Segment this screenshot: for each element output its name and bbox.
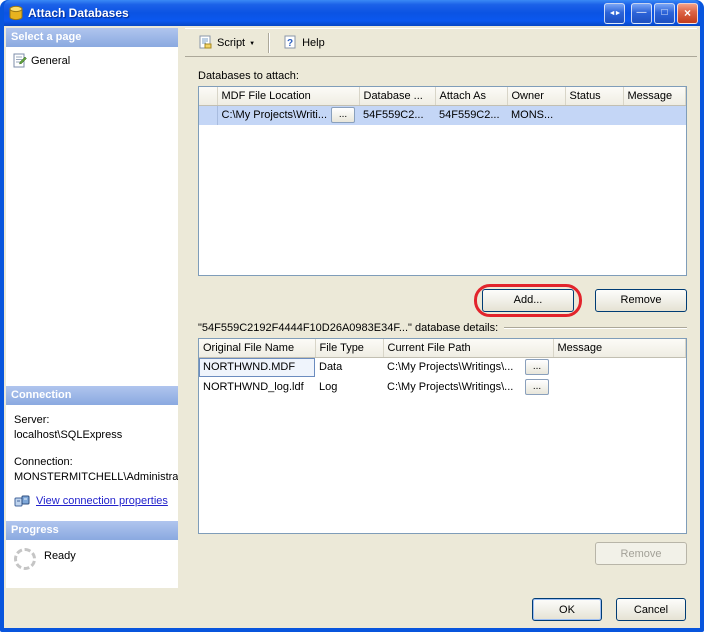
progress-header: Progress [6, 521, 178, 540]
original-file-name-cell: NORTHWND_log.ldf [199, 377, 315, 397]
attach-actions: Add... Remove [198, 285, 687, 315]
file-type-cell: Data [315, 357, 383, 377]
database-cell: 54F559C2... [359, 105, 435, 125]
cancel-button[interactable]: Cancel [616, 598, 686, 621]
remove-button[interactable]: Remove [595, 289, 687, 312]
progress-spinner-icon [14, 548, 36, 570]
browse-data-file-button[interactable]: ... [525, 359, 549, 375]
current-file-path-cell: C:\My Projects\Writings\... ... [383, 357, 553, 377]
connection-label: Connection: [14, 455, 174, 470]
sidebar: Select a page General Connection [6, 28, 178, 588]
details-divider [504, 327, 687, 329]
script-button[interactable]: Script ▼ [191, 32, 262, 53]
help-icon: ? [283, 35, 298, 50]
attach-table-header: MDF File Location Database ... Attach As… [199, 87, 686, 105]
file-path-text: C:\My Projects\Writings\... [387, 381, 513, 393]
column-header-message[interactable]: Message [623, 87, 686, 105]
database-icon [8, 5, 24, 21]
status-cell [565, 105, 623, 125]
database-details-label: "54F559C2192F4444F10D26A0983E34F..." dat… [198, 322, 498, 334]
browse-log-file-button[interactable]: ... [525, 379, 549, 395]
details-table-header: Original File Name File Type Current Fil… [199, 339, 686, 357]
column-header-current-file-path[interactable]: Current File Path [383, 339, 553, 357]
close-button[interactable]: × [677, 3, 698, 24]
column-header-owner[interactable]: Owner [507, 87, 565, 105]
script-button-label: Script [217, 37, 245, 49]
message-cell [623, 105, 686, 125]
sidebar-item-general[interactable]: General [9, 51, 175, 70]
connection-header: Connection [6, 386, 178, 405]
select-a-page-header: Select a page [6, 28, 178, 47]
svg-text:?: ? [287, 38, 293, 49]
dialog-body: Select a page General Connection [4, 26, 700, 628]
file-type-cell: Log [315, 377, 383, 397]
toolbar: Script ▼ ? Help [185, 28, 697, 57]
databases-to-attach-label: Databases to attach: [198, 70, 687, 82]
general-page-icon [12, 53, 27, 68]
column-header-details-message[interactable]: Message [553, 339, 686, 357]
table-row[interactable]: NORTHWND.MDF Data C:\My Projects\Writing… [199, 357, 686, 377]
dock-arrows-button[interactable]: ◄► [604, 3, 625, 24]
selector-column-header [199, 87, 217, 105]
details-actions: Remove [198, 542, 687, 565]
connection-properties-icon [14, 495, 30, 509]
help-button-label: Help [302, 37, 325, 49]
main-panel: Script ▼ ? Help Databases to attach: [185, 28, 697, 590]
progress-status: Ready [44, 548, 76, 562]
details-message-cell [553, 357, 686, 377]
window-title: Attach Databases [28, 6, 604, 20]
remove-details-button[interactable]: Remove [595, 542, 687, 565]
main-content: Databases to attach: MDF File Location [185, 57, 697, 590]
progress-panel: Ready [6, 540, 178, 588]
maximize-button[interactable]: □ [654, 3, 675, 24]
dialog-footer: OK Cancel [4, 590, 700, 628]
add-button[interactable]: Add... [482, 289, 574, 312]
column-header-attach-as[interactable]: Attach As [435, 87, 507, 105]
server-value: localhost\SQLExpress [14, 428, 174, 443]
server-label: Server: [14, 413, 174, 428]
file-path-text: C:\My Projects\Writings\... [387, 361, 513, 373]
window-controls: ◄► — □ × [604, 3, 698, 24]
row-selector-cell[interactable] [199, 105, 217, 125]
owner-cell: MONS... [507, 105, 565, 125]
minimize-button[interactable]: — [631, 3, 652, 24]
table-row[interactable]: NORTHWND_log.ldf Log C:\My Projects\Writ… [199, 377, 686, 397]
attach-databases-dialog: Attach Databases ◄► — □ × Select a page [0, 0, 704, 632]
database-details-grid: Original File Name File Type Current Fil… [198, 338, 687, 534]
connection-value: MONSTERMITCHELL\Administra [14, 470, 174, 485]
database-details-label-row: "54F559C2192F4444F10D26A0983E34F..." dat… [198, 322, 687, 334]
chevron-down-icon: ▼ [249, 39, 255, 47]
table-row[interactable]: C:\My Projects\Writi... ... 54F559C2... … [199, 105, 686, 125]
mdf-path-text: C:\My Projects\Writi... [222, 109, 328, 121]
column-header-original-file-name[interactable]: Original File Name [199, 339, 315, 357]
sidebar-item-label: General [31, 55, 70, 67]
column-header-file-type[interactable]: File Type [315, 339, 383, 357]
view-connection-properties-link[interactable]: View connection properties [36, 494, 168, 509]
databases-to-attach-grid: MDF File Location Database ... Attach As… [198, 86, 687, 276]
connection-panel: Server: localhost\SQLExpress Connection:… [6, 405, 178, 521]
page-list: General [6, 47, 178, 386]
toolbar-separator [268, 33, 270, 53]
column-header-status[interactable]: Status [565, 87, 623, 105]
ok-button[interactable]: OK [532, 598, 602, 621]
script-icon [198, 35, 213, 50]
annotation-oval: Add... [474, 284, 582, 317]
current-file-path-cell: C:\My Projects\Writings\... ... [383, 377, 553, 397]
details-message-cell [553, 377, 686, 397]
original-file-name-cell: NORTHWND.MDF [199, 357, 315, 377]
column-header-mdf[interactable]: MDF File Location [217, 87, 359, 105]
mdf-file-location-cell: C:\My Projects\Writi... ... [217, 105, 359, 125]
titlebar[interactable]: Attach Databases ◄► — □ × [4, 0, 700, 26]
column-header-database[interactable]: Database ... [359, 87, 435, 105]
attach-as-cell: 54F559C2... [435, 105, 507, 125]
help-button[interactable]: ? Help [276, 32, 332, 53]
browse-mdf-button[interactable]: ... [331, 107, 355, 123]
